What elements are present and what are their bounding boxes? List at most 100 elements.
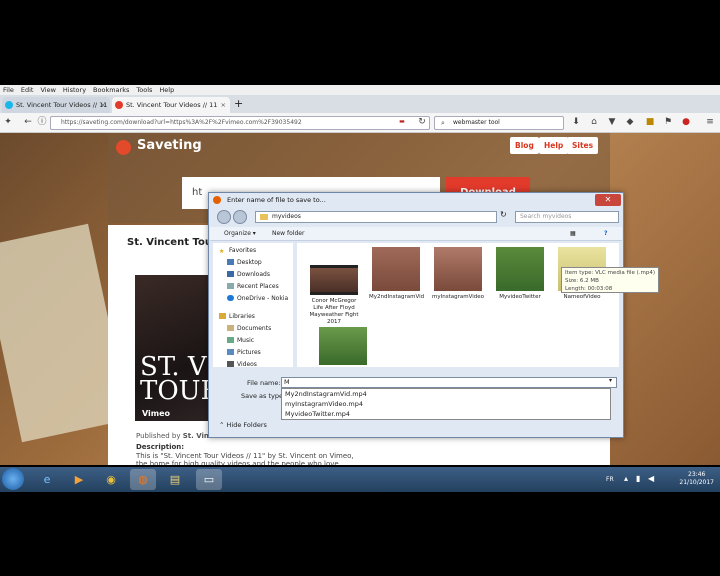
- volume-icon[interactable]: ◀: [648, 474, 654, 483]
- firefox-taskbar-icon[interactable]: ◍: [130, 469, 156, 490]
- firefox-icon: [213, 196, 221, 204]
- sidebar-item-onedrive[interactable]: OneDrive - Nokia: [227, 295, 288, 302]
- search-icon: ⌕: [441, 119, 445, 127]
- menu-bookmarks[interactable]: Bookmarks: [93, 85, 129, 95]
- menu-view[interactable]: View: [40, 85, 55, 95]
- reload-icon[interactable]: ↻: [416, 116, 428, 128]
- address-bar[interactable]: myvideos: [255, 211, 497, 223]
- close-icon[interactable]: ×: [221, 97, 226, 113]
- explorer-icon[interactable]: ▤: [162, 469, 188, 490]
- dialog-title: Enter name of file to save to...: [227, 196, 326, 204]
- clock[interactable]: 23:46 21/10/2017: [679, 471, 714, 487]
- video-app-icon[interactable]: ▭: [196, 469, 222, 490]
- info-icon[interactable]: ⓘ: [36, 116, 48, 128]
- new-folder-button[interactable]: New folder: [272, 227, 304, 241]
- video-thumbnail[interactable]: [319, 327, 367, 365]
- menu-help[interactable]: Help: [159, 85, 174, 95]
- tab-label: St. Vincent Tour Videos // 11: [16, 101, 108, 109]
- vimeo-label: Vimeo: [142, 409, 171, 418]
- share-icon[interactable]: ⚑: [662, 116, 674, 128]
- autocomplete-item[interactable]: MyvideoTwitter.mp4: [285, 409, 610, 419]
- blog-button[interactable]: Blog: [510, 137, 539, 154]
- sidebar-item-pictures[interactable]: Pictures: [227, 349, 261, 356]
- chrome-icon[interactable]: ◉: [98, 469, 124, 490]
- onedrive-icon: [227, 295, 234, 301]
- sidebar-item-desktop[interactable]: Desktop: [227, 259, 262, 266]
- favorites-header[interactable]: ★ Favorites: [219, 247, 256, 255]
- file-item[interactable]: MyvideoTwitter: [493, 247, 547, 301]
- menu-icon[interactable]: ≡: [704, 116, 716, 128]
- menu-history[interactable]: History: [63, 85, 86, 95]
- save-as-type-label: Save as type:: [241, 392, 286, 400]
- back-icon[interactable]: ←: [22, 116, 34, 128]
- save-file-dialog: Enter name of file to save to... ✕ myvid…: [208, 192, 659, 438]
- sidebar-item-recent-places[interactable]: Recent Places: [227, 283, 279, 290]
- media-player-icon[interactable]: ▶: [66, 469, 92, 490]
- chevron-down-icon[interactable]: ▾: [609, 377, 612, 384]
- saveting-logo-icon: [116, 140, 131, 155]
- libraries-icon: [219, 313, 226, 319]
- start-button[interactable]: [2, 468, 24, 490]
- menu-tools[interactable]: Tools: [136, 85, 152, 95]
- folder-icon: [260, 214, 268, 220]
- organize-button[interactable]: Organize ▾: [224, 227, 256, 241]
- libraries-header[interactable]: Libraries: [219, 313, 255, 320]
- tray-arrow-icon[interactable]: ▴: [624, 474, 628, 483]
- view-icon[interactable]: ▦: [570, 227, 576, 241]
- network-icon[interactable]: ▮: [636, 474, 640, 483]
- home-icon[interactable]: ⌂: [588, 116, 600, 128]
- shield-icon[interactable]: ◆: [624, 116, 636, 128]
- menu-file[interactable]: File: [3, 85, 14, 95]
- addon-icon[interactable]: ✦: [2, 116, 14, 128]
- video-thumbnail: [434, 247, 482, 291]
- hide-folders-button[interactable]: ⌃ Hide Folders: [219, 421, 267, 429]
- autocomplete-item[interactable]: myInstagramVideo.mp4: [285, 399, 610, 409]
- taskbar: e ▶ ◉ ◍ ▤ ▭ FR ▴ ▮ ◀ 23:46 21/10/2017: [0, 467, 720, 492]
- pictures-icon: [227, 349, 234, 355]
- menu-edit[interactable]: Edit: [21, 85, 34, 95]
- bookmark-icon[interactable]: ▼: [606, 116, 618, 128]
- file-list: Conor McGregor Life After Floyd Mayweath…: [297, 243, 619, 367]
- forward-button[interactable]: [233, 210, 247, 224]
- language-indicator[interactable]: FR: [606, 476, 614, 483]
- refresh-icon[interactable]: ↻: [500, 210, 507, 219]
- clock-date: 21/10/2017: [679, 479, 714, 486]
- sidebar-item-music[interactable]: Music: [227, 337, 254, 344]
- sidebar-item-videos[interactable]: Videos: [227, 361, 257, 368]
- tab-1[interactable]: St. Vincent Tour Videos // 11 ×: [2, 97, 110, 113]
- video-thumbnail: [310, 265, 358, 295]
- file-name-label: File name:: [247, 379, 281, 387]
- help-button[interactable]: Help: [539, 137, 569, 154]
- help-icon[interactable]: ?: [604, 227, 607, 241]
- flag-icon: ▬: [399, 118, 405, 125]
- search-input[interactable]: webmaster tool: [434, 116, 564, 130]
- sites-button[interactable]: Sites: [567, 137, 599, 154]
- sidebar-item-downloads[interactable]: Downloads: [227, 271, 270, 278]
- close-button[interactable]: ✕: [595, 194, 621, 206]
- adblock-icon[interactable]: ●: [680, 116, 692, 128]
- video-thumbnail: [372, 247, 420, 291]
- file-item[interactable]: myInstagramVideo: [431, 247, 485, 301]
- back-button[interactable]: [217, 210, 231, 224]
- close-icon[interactable]: ×: [101, 97, 106, 113]
- url-input[interactable]: https://saveting.com/download?url=https%…: [50, 116, 430, 130]
- internet-explorer-icon[interactable]: e: [34, 469, 60, 490]
- download-icon[interactable]: ⬇: [570, 116, 582, 128]
- extension-icon[interactable]: ■: [644, 116, 656, 128]
- clock-time: 23:46: [688, 471, 706, 478]
- description-label: Description:: [136, 443, 185, 451]
- published-prefix: Published by: [136, 432, 181, 440]
- new-tab-button[interactable]: +: [234, 97, 243, 111]
- file-item[interactable]: My2ndInstagramVid: [369, 247, 424, 301]
- sidebar-item-documents[interactable]: Documents: [227, 325, 271, 332]
- tab-2[interactable]: St. Vincent Tour Videos // 11 ×: [112, 97, 230, 113]
- folder-search-input[interactable]: Search myvideos: [515, 211, 619, 223]
- video-thumbnail: [496, 247, 544, 291]
- navigation-pane: ★ Favorites Desktop Downloads Recent Plac…: [213, 243, 293, 368]
- site-logo[interactable]: Saveting: [137, 138, 202, 153]
- music-icon: [227, 337, 234, 343]
- file-name-input[interactable]: M: [281, 377, 617, 388]
- menu-bar: File Edit View History Bookmarks Tools H…: [0, 85, 720, 95]
- autocomplete-item[interactable]: My2ndInstagramVid.mp4: [285, 389, 610, 399]
- file-item[interactable]: Conor McGregor Life After Floyd Mayweath…: [307, 265, 361, 326]
